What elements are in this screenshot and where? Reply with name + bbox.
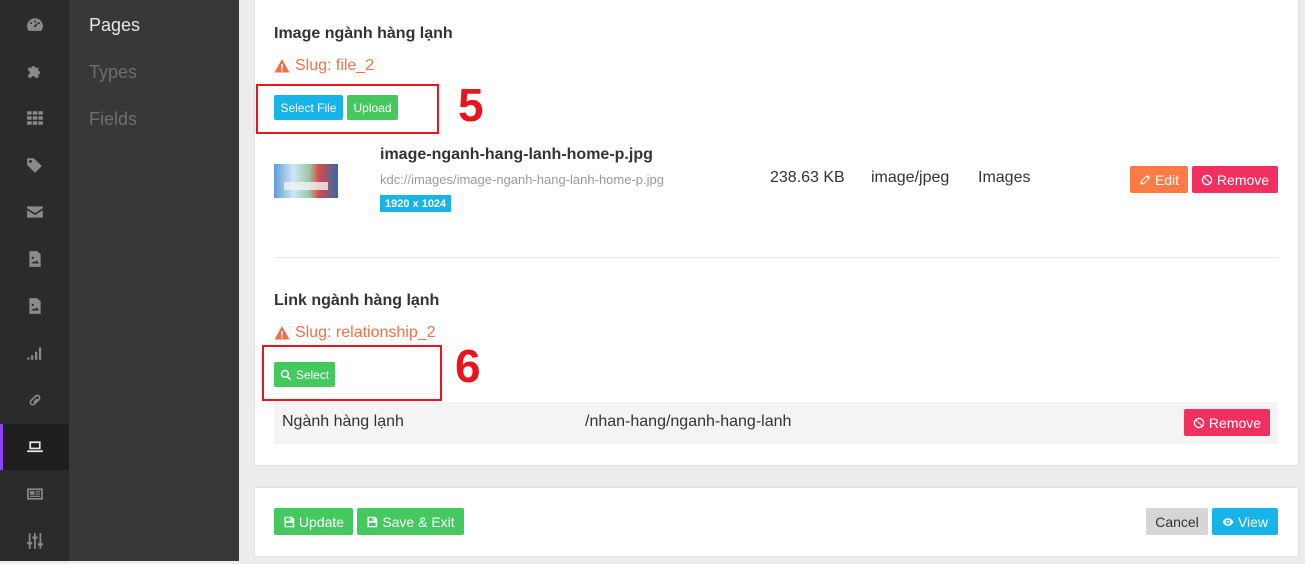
annotation-box-5 <box>256 84 439 134</box>
fields-card: Image ngành hàng lạnh Slug: file_2 Selec… <box>254 0 1299 466</box>
nav-item-pages[interactable]: Pages <box>89 15 140 36</box>
sliders-icon[interactable] <box>0 518 69 564</box>
update-button[interactable]: Update <box>274 508 353 535</box>
edit-button-label: Edit <box>1154 171 1180 188</box>
file-path: kdc://images/image-nganh-hang-lanh-home-… <box>380 172 664 187</box>
file-size: 238.63 KB <box>770 169 845 186</box>
remove-relationship-label: Remove <box>1208 414 1262 431</box>
edit-button[interactable]: Edit <box>1130 166 1188 193</box>
annotation-step-6: 6 <box>455 340 481 392</box>
section-divider <box>274 257 1279 258</box>
link-field-slug-text: Slug: relationship_2 <box>295 324 436 341</box>
pencil-icon <box>1140 174 1151 184</box>
main-content: Image ngành hàng lạnh Slug: file_2 Selec… <box>239 0 1305 561</box>
file-image-icon[interactable] <box>0 236 69 282</box>
warning-icon <box>274 59 290 73</box>
signal-icon[interactable] <box>0 330 69 376</box>
relationship-url: /nhan-hang/nganh-hang-lanh <box>585 413 792 430</box>
file-name: image-nganh-hang-lanh-home-p.jpg <box>380 146 653 163</box>
save-exit-button[interactable]: Save & Exit <box>357 508 464 535</box>
tag-icon[interactable] <box>0 142 69 188</box>
icon-rail <box>0 0 69 561</box>
file-thumbnail[interactable] <box>274 164 338 198</box>
save-exit-button-label: Save & Exit <box>382 513 455 530</box>
puzzle-icon[interactable] <box>0 48 69 94</box>
view-button[interactable]: View <box>1212 508 1278 535</box>
envelope-icon[interactable] <box>0 189 69 235</box>
remove-file-button[interactable]: Remove <box>1192 166 1278 193</box>
annotation-step-5: 5 <box>458 79 484 131</box>
save-icon <box>367 516 378 527</box>
grid-icon[interactable] <box>0 95 69 141</box>
file-mime: image/jpeg <box>871 169 950 186</box>
dashboard-icon[interactable] <box>0 2 69 48</box>
view-button-label: View <box>1237 513 1269 530</box>
cancel-button[interactable]: Cancel <box>1146 508 1208 535</box>
link-icon[interactable] <box>0 377 69 423</box>
file-folder: Images <box>978 169 1031 186</box>
file-image-icon-2[interactable] <box>0 283 69 329</box>
ban-icon <box>1201 174 1213 185</box>
relationship-row: Ngành hàng lạnh /nhan-hang/nganh-hang-la… <box>274 402 1278 444</box>
secondary-nav: Pages Types Fields <box>69 0 239 561</box>
image-field-slug: Slug: file_2 <box>274 57 374 75</box>
newspaper-icon[interactable] <box>0 471 69 517</box>
update-button-label: Update <box>298 513 345 530</box>
remove-relationship-button[interactable]: Remove <box>1184 409 1270 436</box>
remove-file-label: Remove <box>1216 171 1270 188</box>
ban-icon <box>1193 417 1205 428</box>
nav-item-fields[interactable]: Fields <box>89 109 137 130</box>
nav-item-types[interactable]: Types <box>89 62 137 83</box>
laptop-icon[interactable] <box>0 424 69 470</box>
image-field-slug-text: Slug: file_2 <box>295 57 375 74</box>
dimensions-badge: 1920 x 1024 <box>380 195 452 212</box>
save-icon <box>284 516 295 527</box>
relationship-name: Ngành hàng lạnh <box>282 413 404 430</box>
eye-icon <box>1222 517 1234 526</box>
link-field-title: Link ngành hàng lạnh <box>274 292 440 309</box>
image-field-title: Image ngành hàng lạnh <box>274 25 453 42</box>
link-field-slug: Slug: relationship_2 <box>274 324 436 342</box>
actions-card: Update Save & Exit Cancel View <box>254 487 1299 557</box>
warning-icon <box>274 326 290 340</box>
annotation-box-6 <box>262 345 442 401</box>
